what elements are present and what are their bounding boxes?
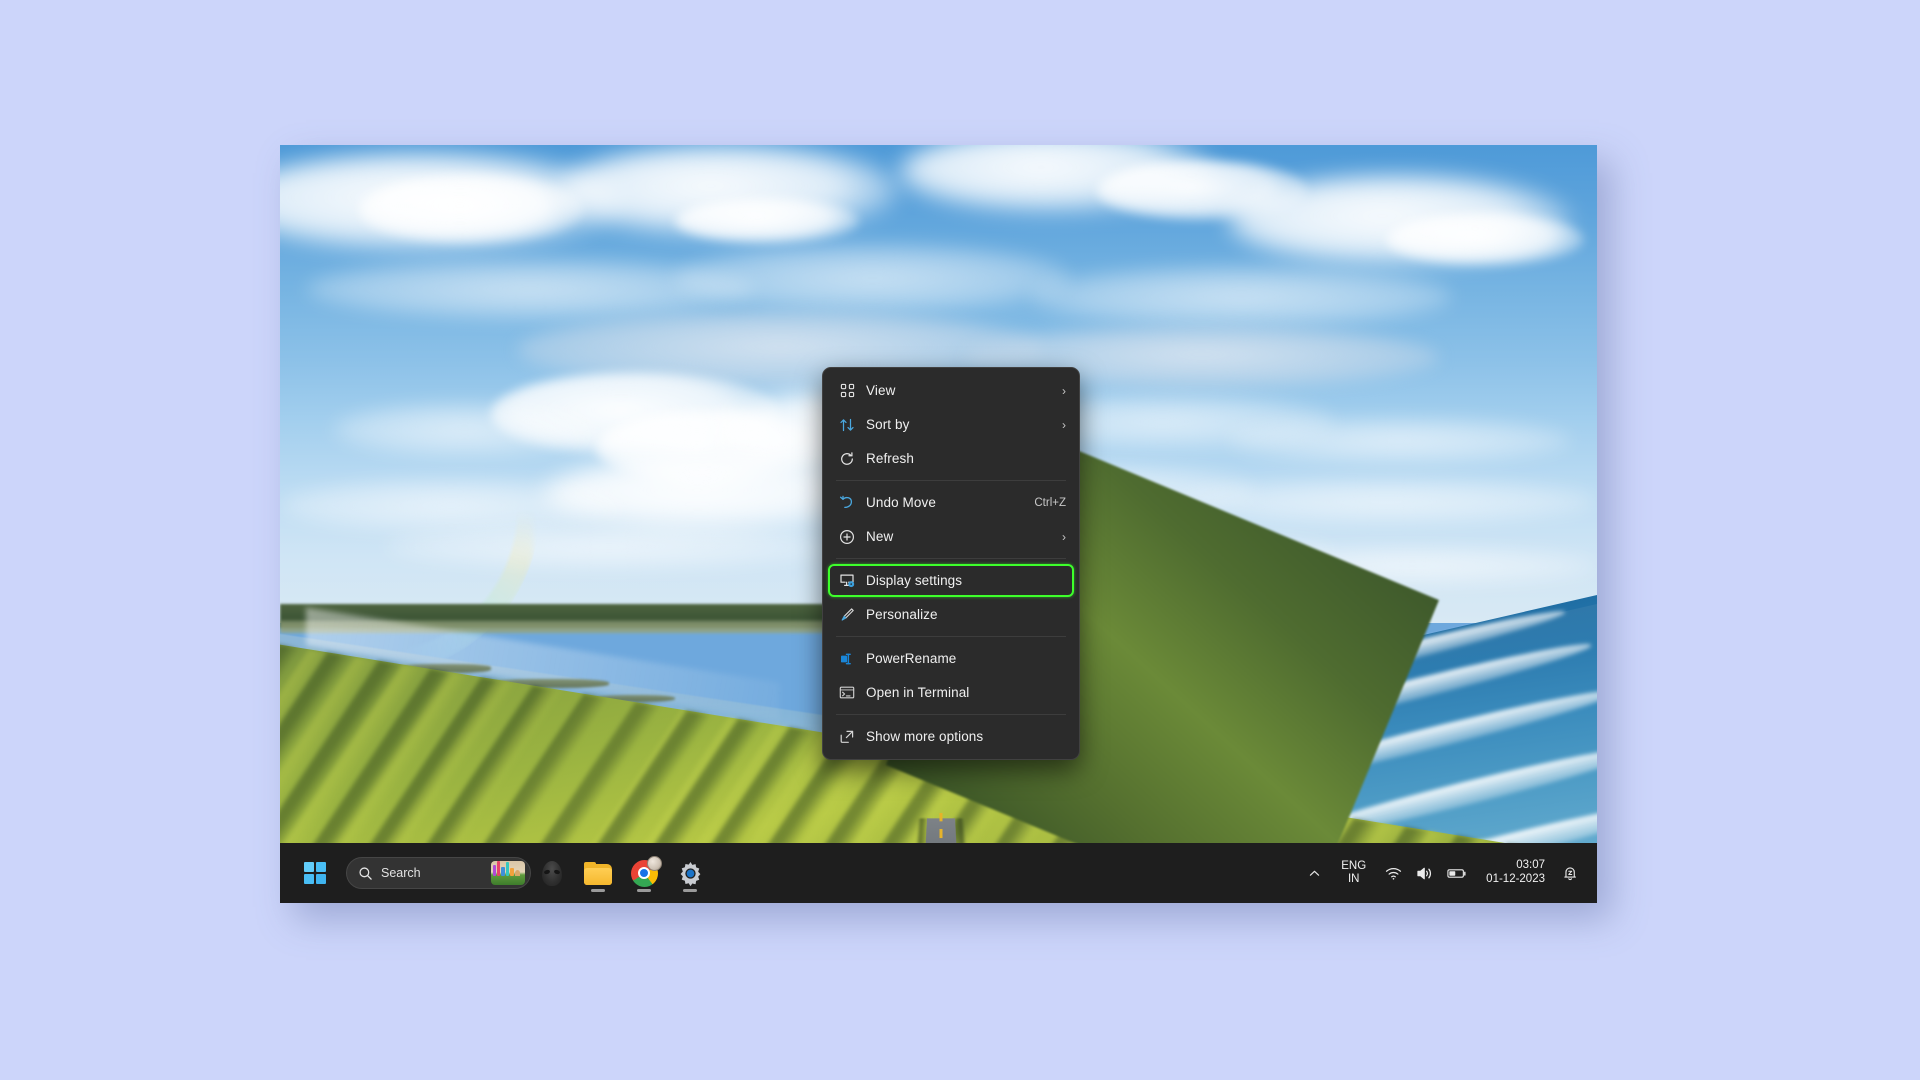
cloud: [675, 243, 1071, 312]
taskbar-app-area: [531, 852, 1299, 894]
menu-item-display-settings[interactable]: Display settings: [828, 564, 1074, 597]
language-line1: ENG: [1341, 860, 1367, 873]
menu-item-sort-by[interactable]: Sort by ›: [828, 408, 1074, 441]
menu-item-open-in-terminal[interactable]: Open in Terminal: [828, 676, 1074, 709]
powerrename-icon: [834, 649, 860, 669]
taskbar-app-chrome[interactable]: [623, 852, 665, 894]
menu-item-label: Open in Terminal: [866, 685, 970, 700]
menu-item-label: View: [866, 383, 896, 398]
menu-separator: [836, 636, 1066, 637]
paintbrush-icon: [834, 605, 860, 625]
menu-item-refresh[interactable]: Refresh: [828, 442, 1074, 475]
taskbar-start-area: Search: [280, 852, 531, 894]
battery-icon[interactable]: [1442, 855, 1472, 891]
start-button[interactable]: [294, 852, 336, 894]
menu-item-new[interactable]: New ›: [828, 520, 1074, 553]
taskbar-app-settings[interactable]: [669, 852, 711, 894]
cloud: [1228, 417, 1571, 464]
menu-item-label: Sort by: [866, 417, 910, 432]
chevron-right-icon: ›: [1062, 529, 1066, 544]
search-box[interactable]: Search: [346, 857, 531, 889]
menu-item-label: Undo Move: [866, 495, 936, 510]
running-indicator: [591, 889, 605, 892]
menu-item-personalize[interactable]: Personalize: [828, 598, 1074, 631]
menu-item-label: Refresh: [866, 451, 914, 466]
windows-desktop-screenshot: View › Sort by › Refresh Undo Move Ctrl+…: [280, 145, 1597, 903]
alienware-head-icon: [542, 860, 562, 886]
clock-time: 03:07: [1516, 859, 1545, 872]
menu-item-view[interactable]: View ›: [828, 374, 1074, 407]
chevron-right-icon: ›: [1062, 417, 1066, 432]
menu-item-accelerator: Ctrl+Z: [1034, 496, 1066, 509]
search-placeholder: Search: [381, 866, 421, 880]
chrome-badge-icon: [646, 855, 662, 871]
taskbar-app-file-explorer[interactable]: [577, 852, 619, 894]
menu-item-label: Show more options: [866, 729, 984, 744]
plus-circle-icon: [834, 527, 860, 547]
wifi-icon[interactable]: [1378, 855, 1408, 891]
menu-separator: [836, 714, 1066, 715]
taskbar: Search ENG IN 03:07 01-12-2023: [280, 843, 1597, 903]
menu-item-label: Personalize: [866, 607, 938, 622]
undo-icon: [834, 493, 860, 513]
expand-icon: [834, 727, 860, 747]
cloud: [1030, 266, 1453, 327]
grid-icon: [834, 381, 860, 401]
menu-item-powerrename[interactable]: PowerRename: [828, 642, 1074, 675]
windows-logo-icon: [303, 861, 327, 885]
menu-item-show-more-options[interactable]: Show more options: [828, 720, 1074, 753]
notification-bell-icon[interactable]: [1555, 855, 1585, 891]
taskbar-app-alienware[interactable]: [531, 852, 573, 894]
language-line2: IN: [1347, 873, 1360, 885]
menu-item-label: New: [866, 529, 894, 544]
menu-item-label: PowerRename: [866, 651, 957, 666]
sort-arrows-icon: [834, 415, 860, 435]
menu-separator: [836, 558, 1066, 559]
chevron-right-icon: ›: [1062, 383, 1066, 398]
monitor-gear-icon: [834, 571, 860, 591]
volume-icon[interactable]: [1410, 855, 1440, 891]
chrome-icon: [630, 855, 662, 887]
cloud: [1386, 213, 1584, 267]
bing-daily-image-thumbnail[interactable]: [491, 861, 525, 885]
system-tray: ENG IN 03:07 01-12-2023: [1299, 855, 1597, 891]
gear-icon: [677, 860, 704, 887]
language-indicator[interactable]: ENG IN: [1331, 860, 1376, 886]
menu-item-label: Display settings: [866, 573, 963, 588]
folder-icon: [584, 861, 612, 885]
chevron-up-icon[interactable]: [1299, 855, 1329, 891]
running-indicator: [637, 889, 651, 892]
clock[interactable]: 03:07 01-12-2023: [1474, 859, 1553, 887]
search-icon: [358, 866, 373, 881]
menu-separator: [836, 480, 1066, 481]
clock-date: 01-12-2023: [1486, 873, 1545, 885]
terminal-icon: [834, 683, 860, 703]
desktop-context-menu[interactable]: View › Sort by › Refresh Undo Move Ctrl+…: [822, 367, 1080, 760]
cloud: [359, 175, 583, 244]
running-indicator: [683, 889, 697, 892]
cloud: [675, 198, 860, 244]
refresh-icon: [834, 449, 860, 469]
menu-item-undo-move[interactable]: Undo Move Ctrl+Z: [828, 486, 1074, 519]
